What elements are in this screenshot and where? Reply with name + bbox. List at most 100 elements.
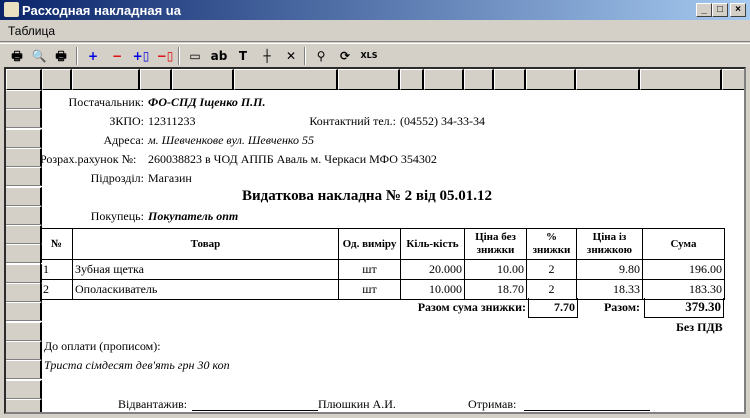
column-header[interactable] [424,69,464,90]
table-cell[interactable]: 10.00 [464,259,527,280]
words-label: До оплати (прописом): [44,339,161,353]
merge-cells-icon[interactable]: ▭ [184,46,206,66]
row-header[interactable] [6,283,42,302]
table-cell[interactable]: 1 [40,259,73,280]
column-header[interactable] [464,69,494,90]
table-cell[interactable]: 18.33 [576,279,643,300]
phone-value[interactable]: (04552) 34-33-34 [400,114,485,129]
print-icon[interactable]: 🖶 [6,46,28,66]
menu-table[interactable]: Таблица [8,24,55,38]
table-cell[interactable]: шт [338,259,401,280]
spreadsheet: Постачальник: ФО-СПД Іщенко П.П. ЗКПО: 1… [4,67,746,414]
refresh-icon[interactable]: ⟳ [334,46,356,66]
close-button[interactable]: × [730,3,746,17]
row-header[interactable] [6,205,42,225]
column-header[interactable] [6,69,42,90]
total-label: Разом: [603,300,640,314]
table-cell[interactable]: 183.30 [642,279,725,300]
table-cell[interactable]: Зубная щетка [72,259,339,280]
table-cell[interactable]: Ополаскиватель [72,279,339,300]
row-header[interactable] [6,398,42,412]
print-settings-icon[interactable]: 🖶 [50,46,72,66]
row-header[interactable] [6,263,42,283]
column-header[interactable] [494,69,526,90]
column-header[interactable] [640,69,722,90]
toolbar-separator [304,47,306,65]
column-header[interactable] [140,69,172,90]
column-header[interactable] [72,69,140,90]
maximize-button[interactable]: □ [712,3,728,17]
table-column-header: Ціна без знижки [464,228,527,260]
account-label: Розрах.рахунок №: [40,152,137,166]
row-header[interactable] [6,128,42,148]
column-header[interactable] [338,69,400,90]
find-icon[interactable]: ⚲ [310,46,332,66]
supplier-value[interactable]: ФО-СПД Іщенко П.П. [148,95,266,110]
phone-label: Контактний тел.: [309,114,396,128]
print-preview-icon[interactable]: 🔍 [28,46,50,66]
discount-total-value[interactable]: 7.70 [528,298,578,318]
address-label: Адреса: [103,133,144,147]
received-label: Отримав: [468,397,517,411]
minimize-button[interactable]: _ [696,3,712,17]
table-column-header: № [40,228,73,260]
vat-note: Без ПДВ [676,320,723,334]
table-cell[interactable]: 196.00 [642,259,725,280]
text-format-icon[interactable]: ab [208,46,230,66]
table-column-header: Од. виміру [338,228,401,260]
table-cell[interactable]: 18.70 [464,279,527,300]
row-header[interactable] [6,360,42,380]
table-cell[interactable]: 9.80 [576,259,643,280]
account-value[interactable]: 260038823 в ЧОД АППБ Аваль м. Черкаси МФ… [148,152,437,167]
column-header[interactable] [42,69,72,90]
row-header[interactable] [6,109,42,129]
cell-borders-icon[interactable]: ┼ [256,46,278,66]
zkpo-label: ЗКПО: [109,114,144,128]
zkpo-value[interactable]: 12311233 [148,114,196,129]
document-title: Видаткова накладна № 2 від 05.01.12 [242,188,492,204]
column-header[interactable] [172,69,234,90]
row-header[interactable] [6,90,42,109]
row-header[interactable] [6,244,42,264]
column-header[interactable] [526,69,576,90]
delete-column-icon[interactable]: −▯ [154,46,176,66]
row-header[interactable] [6,225,42,245]
column-header[interactable] [234,69,338,90]
buyer-label: Покупець: [90,209,144,223]
clear-icon[interactable]: ✕ [280,46,302,66]
received-signature-line [524,410,650,411]
insert-column-icon[interactable]: +▯ [130,46,152,66]
insert-row-icon[interactable]: + [82,46,104,66]
table-cell[interactable]: 10.000 [400,279,465,300]
row-header[interactable] [6,302,42,322]
column-header[interactable] [400,69,424,90]
row-header[interactable] [6,147,42,167]
text-icon[interactable]: T [232,46,254,66]
row-header[interactable] [6,167,42,187]
dept-value[interactable]: Магазин [148,171,192,186]
supplier-label: Постачальник: [68,95,144,109]
row-header[interactable] [6,186,42,206]
row-header[interactable] [6,321,42,341]
export-xls-icon[interactable]: XLS [358,46,380,66]
table-cell[interactable]: 2 [526,279,577,300]
table-cell[interactable]: 2 [40,279,73,300]
table-cell[interactable]: шт [338,279,401,300]
delete-row-icon[interactable]: − [106,46,128,66]
table-cell[interactable]: 2 [526,259,577,280]
table-cell[interactable]: 20.000 [400,259,465,280]
window-title: Расходная накладная ua [22,3,181,18]
table-column-header: % знижки [526,228,577,260]
address-value[interactable]: м. Шевченкове вул. Шевченко 55 [148,133,314,148]
toolbar: 🖶 🔍 🖶 + − +▯ −▯ ▭ ab T ┼ ✕ ⚲ ⟳ XLS [0,43,750,67]
toolbar-separator [76,47,78,65]
words-value[interactable]: Триста сімдесят дев'ять грн 30 коп [44,358,230,373]
column-header[interactable] [576,69,640,90]
total-value[interactable]: 379.30 [644,298,724,318]
shipped-by[interactable]: Плюшкин А.И. [318,397,396,412]
buyer-value[interactable]: Покупатель опт [148,209,238,224]
table-column-header: Сума [642,228,725,260]
row-header[interactable] [6,340,42,360]
column-header[interactable] [722,69,744,90]
row-header[interactable] [6,379,42,399]
